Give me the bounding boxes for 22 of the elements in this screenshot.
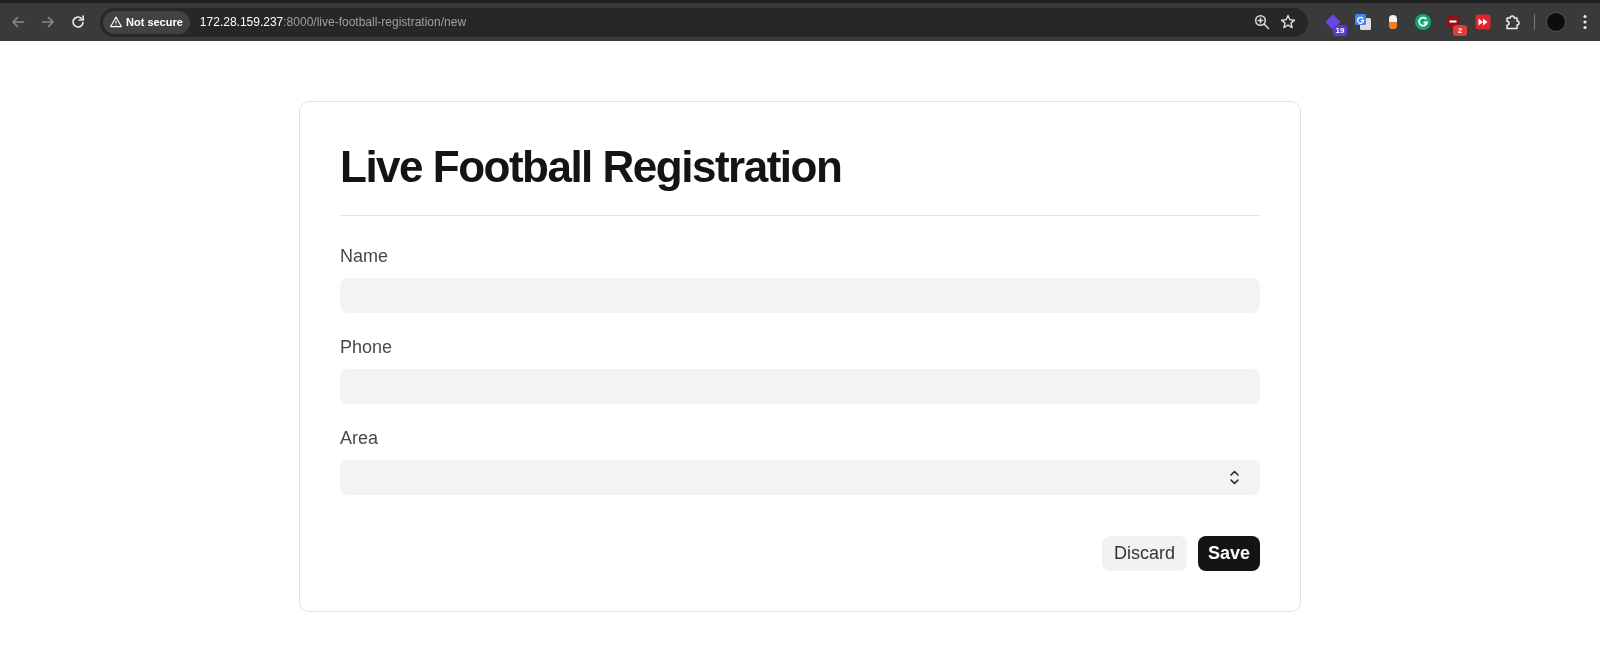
reload-icon[interactable]	[70, 14, 86, 30]
discard-button[interactable]: Discard	[1101, 536, 1187, 571]
notification-badge: 2	[1453, 25, 1467, 36]
puzzle-icon[interactable]	[1504, 13, 1522, 31]
page-title: Live Football Registration	[340, 141, 842, 193]
security-chip[interactable]: Not secure	[103, 10, 190, 34]
field-label: Phone	[340, 336, 393, 359]
fast-forward-icon[interactable]	[1474, 13, 1492, 31]
star-icon[interactable]	[1280, 14, 1296, 30]
select-field[interactable]	[340, 460, 1260, 495]
more-menu-icon[interactable]	[1583, 14, 1587, 30]
warning-icon	[110, 16, 122, 28]
letter-g-icon[interactable]	[1414, 13, 1432, 31]
zoom-in-icon[interactable]	[1254, 14, 1270, 30]
field-label: Name	[340, 245, 388, 268]
translate-icon[interactable]	[1354, 13, 1372, 31]
address-bar[interactable]: Not secure 172.28.159.237:8000/live-football-registration/new	[100, 7, 1308, 37]
notification-badge: 19	[1333, 25, 1347, 36]
field-label: Area	[340, 427, 379, 450]
chevron-up-down-icon	[1230, 470, 1239, 485]
save-button[interactable]: Save	[1197, 536, 1260, 571]
url-text: 172.28.159.237:8000/live-football-registration/new	[199, 15, 467, 29]
